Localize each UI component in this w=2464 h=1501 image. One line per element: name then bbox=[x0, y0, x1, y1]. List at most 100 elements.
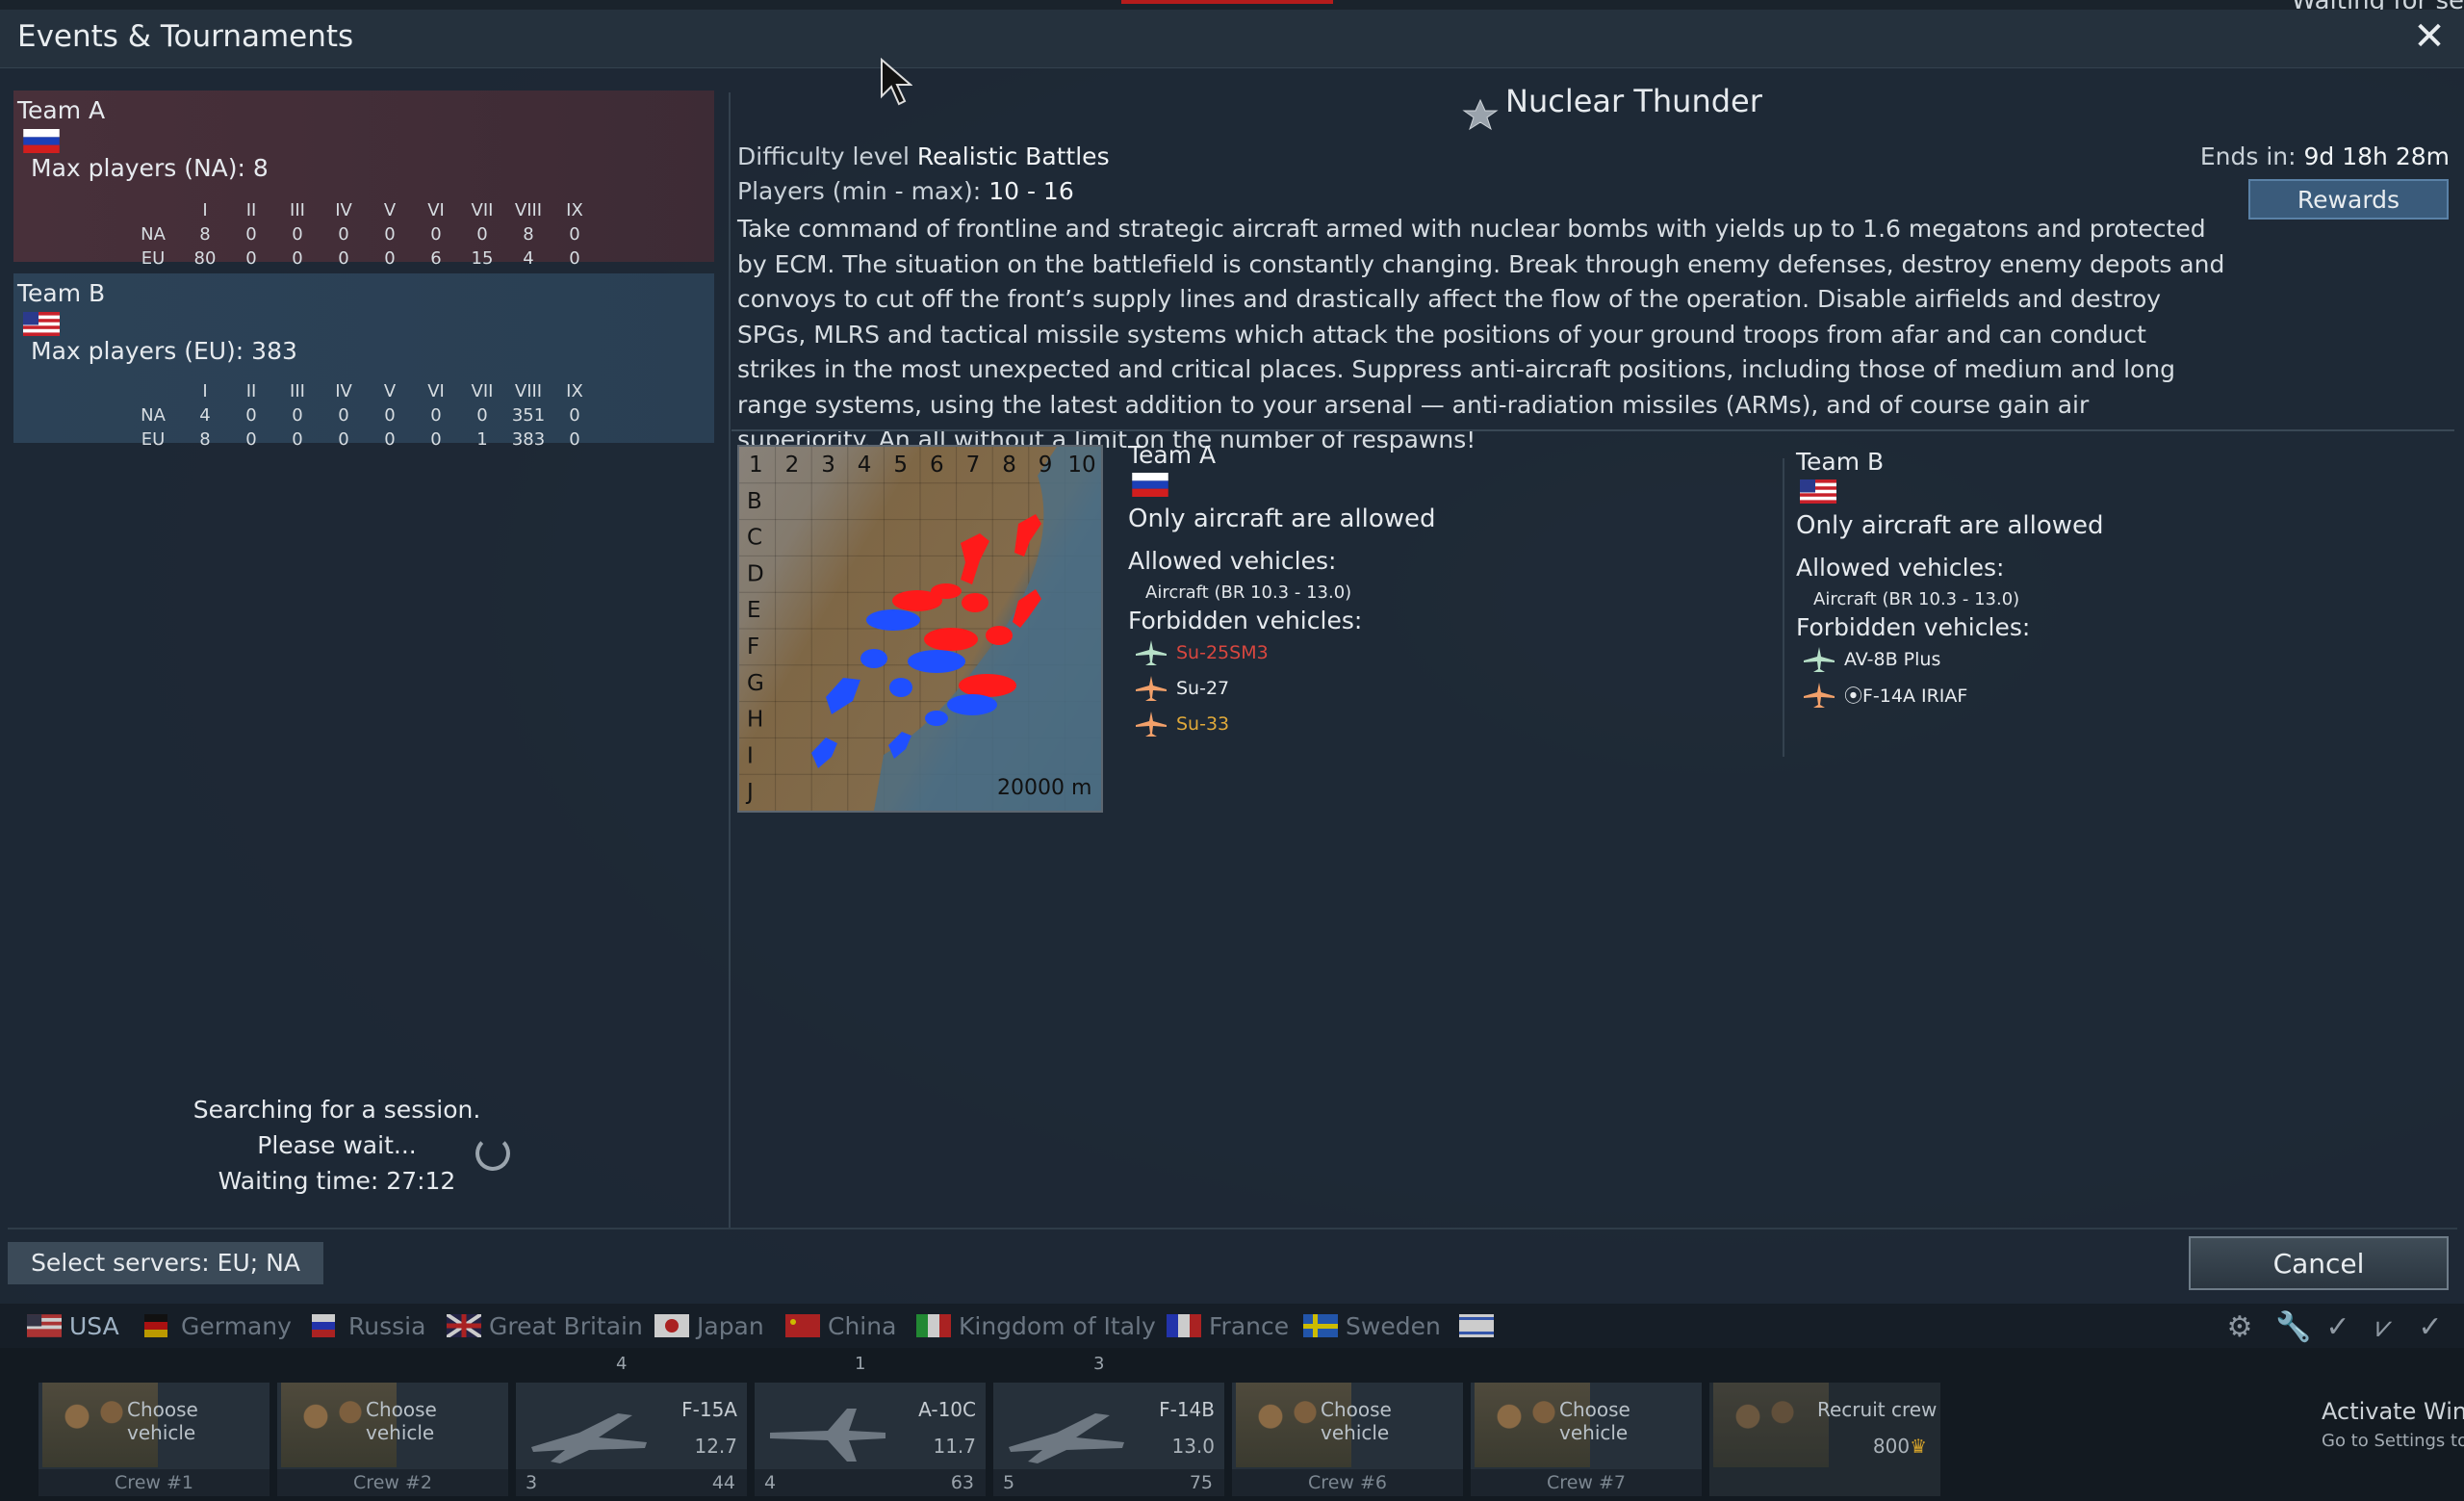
forbidden-vehicle-name: ⦿F-14A IRIAF bbox=[1844, 686, 1968, 707]
recruit-price: 800♛ bbox=[1873, 1435, 1927, 1458]
team-a-max-players: Max players (NA): 8 bbox=[31, 154, 269, 182]
team-a-forbidden-label: Forbidden vehicles: bbox=[1128, 607, 1363, 634]
slot-footer: 3 44 bbox=[516, 1469, 747, 1496]
sweden-flag-icon bbox=[1303, 1314, 1338, 1337]
aircraft-icon bbox=[1136, 675, 1167, 701]
ends-value: 9d 18h 28m bbox=[2303, 142, 2451, 170]
map-column-label: 9 bbox=[1039, 453, 1053, 478]
tab-usa[interactable]: USA bbox=[27, 1309, 119, 1342]
team-a-details: Team A Only aircraft are allowed Allowed… bbox=[1128, 441, 1436, 741]
crew-slot-5[interactable]: F-14B 13.0 5 75 bbox=[993, 1383, 1224, 1496]
checkmark-icon[interactable]: ✓ bbox=[2322, 1311, 2354, 1344]
gear-icon[interactable]: ⚙ bbox=[2223, 1311, 2256, 1344]
aircraft-icon bbox=[1136, 711, 1167, 737]
map-row-label: B bbox=[747, 489, 762, 514]
mouse-cursor-icon bbox=[881, 58, 912, 106]
select-servers-button[interactable]: Select servers: EU; NA bbox=[8, 1242, 323, 1284]
crew-label: Crew #7 bbox=[1471, 1469, 1702, 1496]
table-row: EU 80 0 0 006 15 4 0 bbox=[141, 248, 580, 269]
close-icon[interactable]: ✕ bbox=[2410, 17, 2449, 56]
battle-rating: 12.7 bbox=[694, 1435, 737, 1458]
crew-number: 3 bbox=[526, 1472, 538, 1493]
players-range: Players (min - max): 10 - 16 bbox=[737, 177, 1074, 205]
forbidden-vehicle[interactable]: Su-33 bbox=[1128, 706, 1436, 741]
uk-flag-icon bbox=[447, 1314, 481, 1337]
tab-label: Germany bbox=[181, 1311, 292, 1340]
choose-vehicle-label: Choose vehicle bbox=[366, 1398, 437, 1444]
tab-germany[interactable]: Germany bbox=[139, 1309, 292, 1342]
activate-windows-subtext: Go to Settings to a bbox=[2322, 1431, 2464, 1451]
forbidden-vehicle[interactable]: Su-27 bbox=[1128, 670, 1436, 706]
ends-in: Ends in: 9d 18h 28m bbox=[2200, 142, 2450, 170]
rewards-button[interactable]: Rewards bbox=[2248, 179, 2449, 220]
crew-slot-6[interactable]: Choose vehicle Crew #6 bbox=[1232, 1383, 1463, 1496]
map-row-label: D bbox=[747, 561, 764, 586]
team-divider bbox=[1783, 458, 1784, 757]
map-column-label: 6 bbox=[930, 453, 944, 478]
tab-russia[interactable]: Russia bbox=[306, 1309, 425, 1342]
team-b-forbidden-label: Forbidden vehicles: bbox=[1796, 613, 2031, 641]
crew-slot-1[interactable]: Choose vehicle Crew #1 bbox=[38, 1383, 270, 1496]
team-a-allowed-label: Allowed vehicles: bbox=[1128, 547, 1337, 575]
team-a-card: Team A Max players (NA): 8 I II III IV V VI … bbox=[13, 91, 714, 269]
forbidden-vehicle-name: AV-8B Plus bbox=[1844, 648, 1941, 670]
event-star-icon bbox=[1462, 98, 1499, 131]
tab-israel[interactable] bbox=[1459, 1309, 1502, 1342]
choose-vehicle-label: Choose vehicle bbox=[1321, 1398, 1392, 1444]
tab-china[interactable]: China bbox=[785, 1309, 896, 1342]
team-a-detail-name: Team A bbox=[1128, 441, 1217, 469]
checkmark-all-icon[interactable]: ✓ bbox=[2414, 1311, 2447, 1344]
forbidden-vehicle-name: Su-25SM3 bbox=[1176, 641, 1269, 663]
tab-great-britain[interactable]: Great Britain bbox=[447, 1309, 643, 1342]
crew-slot-2[interactable]: Choose vehicle Crew #2 bbox=[277, 1383, 508, 1496]
mission-map[interactable]: 1 2 3 4 5 6 7 8 9 10 B C D E F G H I J 20000 m bbox=[737, 445, 1103, 813]
forbidden-vehicle[interactable]: Su-25SM3 bbox=[1128, 634, 1436, 670]
crew-label: Crew #1 bbox=[38, 1469, 270, 1496]
crew-slot-4[interactable]: A-10C 11.7 4 63 bbox=[755, 1383, 986, 1496]
choose-vehicle-label: Choose vehicle bbox=[1559, 1398, 1630, 1444]
forbidden-vehicle-name: Su-33 bbox=[1176, 712, 1230, 735]
tab-sweden[interactable]: Sweden bbox=[1303, 1309, 1441, 1342]
team-b-only-aircraft: Only aircraft are allowed bbox=[1796, 511, 2104, 540]
cancel-button[interactable]: Cancel bbox=[2189, 1236, 2449, 1290]
slot-footer: 4 63 bbox=[755, 1469, 986, 1496]
searching-line: Searching for a session. bbox=[192, 1096, 481, 1124]
france-flag-icon bbox=[1167, 1314, 1201, 1337]
slot-top-count: 3 bbox=[1093, 1354, 1105, 1374]
tab-france[interactable]: France bbox=[1167, 1309, 1289, 1342]
wrench-icon[interactable]: 🔧 bbox=[2275, 1311, 2311, 1344]
map-row-label: G bbox=[747, 671, 764, 696]
window-title: Events & Tournaments bbox=[17, 19, 354, 54]
price-value: 800 bbox=[1872, 1435, 1911, 1458]
double-check-icon[interactable]: ⩗ bbox=[2368, 1311, 2400, 1344]
tab-label: China bbox=[828, 1311, 897, 1340]
crew-slot-7[interactable]: Choose vehicle Crew #7 bbox=[1471, 1383, 1702, 1496]
map-scale: 20000 m bbox=[997, 776, 1092, 800]
ends-label: Ends in: bbox=[2199, 142, 2297, 170]
team-a-name: Team A bbox=[17, 96, 106, 124]
map-column-label: 8 bbox=[1002, 453, 1016, 478]
slot-top-count: 1 bbox=[855, 1354, 866, 1374]
aircraft-thumbnail-icon bbox=[531, 1413, 647, 1463]
forbidden-vehicle[interactable]: ⦿F-14A IRIAF bbox=[1796, 677, 2104, 712]
recruit-crew-slot[interactable]: Recruit crew 800♛ bbox=[1709, 1383, 1940, 1496]
team-b-allowed-label: Allowed vehicles: bbox=[1796, 554, 2005, 582]
recruit-crew-label: Recruit crew bbox=[1817, 1398, 1938, 1421]
gold-icon: ♛ bbox=[1910, 1435, 1927, 1458]
top-strip bbox=[0, 0, 2464, 10]
aircraft-icon bbox=[1136, 639, 1167, 665]
activate-windows-text: Activate Wind bbox=[2322, 1398, 2464, 1425]
crew-label: Crew #2 bbox=[277, 1469, 508, 1496]
aircraft-icon bbox=[1804, 646, 1835, 672]
tab-label: Japan bbox=[697, 1311, 764, 1340]
map-row-label: J bbox=[745, 780, 754, 805]
tab-italy[interactable]: Kingdom of Italy bbox=[916, 1309, 1156, 1342]
forbidden-vehicle[interactable]: AV-8B Plus bbox=[1796, 641, 2104, 677]
table-row: EU 800 000 1 383 0 bbox=[141, 429, 580, 450]
russia-flag-icon bbox=[1132, 473, 1168, 497]
tab-japan[interactable]: Japan bbox=[654, 1309, 764, 1342]
crew-slot-3[interactable]: F-15A 12.7 3 44 bbox=[516, 1383, 747, 1496]
map-row-label: E bbox=[747, 598, 761, 623]
aircraft-name: F-15A bbox=[681, 1398, 737, 1421]
players-label: Players (min - max): bbox=[737, 177, 982, 205]
